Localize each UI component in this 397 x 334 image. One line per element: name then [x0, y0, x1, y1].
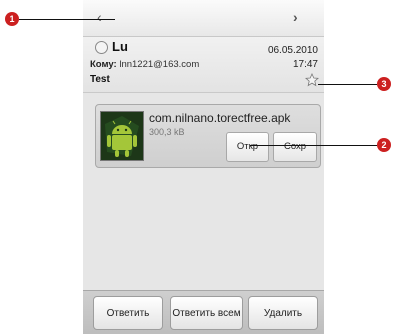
- sender-name[interactable]: Lu: [112, 39, 128, 54]
- presence-circle-icon: [95, 41, 108, 54]
- callout-badge-1: 1: [5, 12, 19, 26]
- android-app-icon: [100, 111, 144, 161]
- recipient-address: lnn1221@163.com: [119, 59, 200, 70]
- attachment-card: com.nilnano.torectfree.apk 300,3 kB Откр…: [95, 104, 321, 168]
- attachment-size: 300,3 kB: [149, 127, 185, 137]
- message-nav-bar: ‹ ›: [83, 0, 324, 37]
- recipient-line: Кому: lnn1221@163.com: [90, 59, 199, 70]
- chevron-left-icon[interactable]: ‹: [97, 9, 113, 25]
- attachment-filename: com.nilnano.torectfree.apk: [149, 111, 291, 125]
- callout-line-1: [19, 19, 115, 20]
- message-time: 17:47: [292, 59, 318, 70]
- delete-button[interactable]: Удалить: [248, 296, 318, 330]
- callout-line-3: [318, 84, 377, 85]
- callout-line-2: [250, 145, 377, 146]
- email-screen: ‹ › Lu 06.05.2010 Кому: lnn1221@163.com …: [83, 0, 324, 334]
- callout-badge-3: 3: [377, 77, 391, 91]
- message-subject: Test: [90, 74, 110, 85]
- chevron-right-icon[interactable]: ›: [293, 9, 309, 25]
- to-label: Кому:: [90, 59, 117, 70]
- action-bar: Ответить Ответить всем Удалить: [83, 290, 324, 334]
- message-date: 06.05.2010: [267, 45, 318, 56]
- callout-badge-2: 2: [377, 138, 391, 152]
- favorite-star-icon[interactable]: [305, 73, 319, 87]
- open-attachment-button[interactable]: Откр: [226, 132, 269, 162]
- reply-button[interactable]: Ответить: [93, 296, 163, 330]
- reply-all-button[interactable]: Ответить всем: [170, 296, 243, 330]
- save-attachment-button[interactable]: Сохр: [273, 132, 317, 162]
- message-header: Lu 06.05.2010 Кому: lnn1221@163.com 17:4…: [83, 37, 324, 93]
